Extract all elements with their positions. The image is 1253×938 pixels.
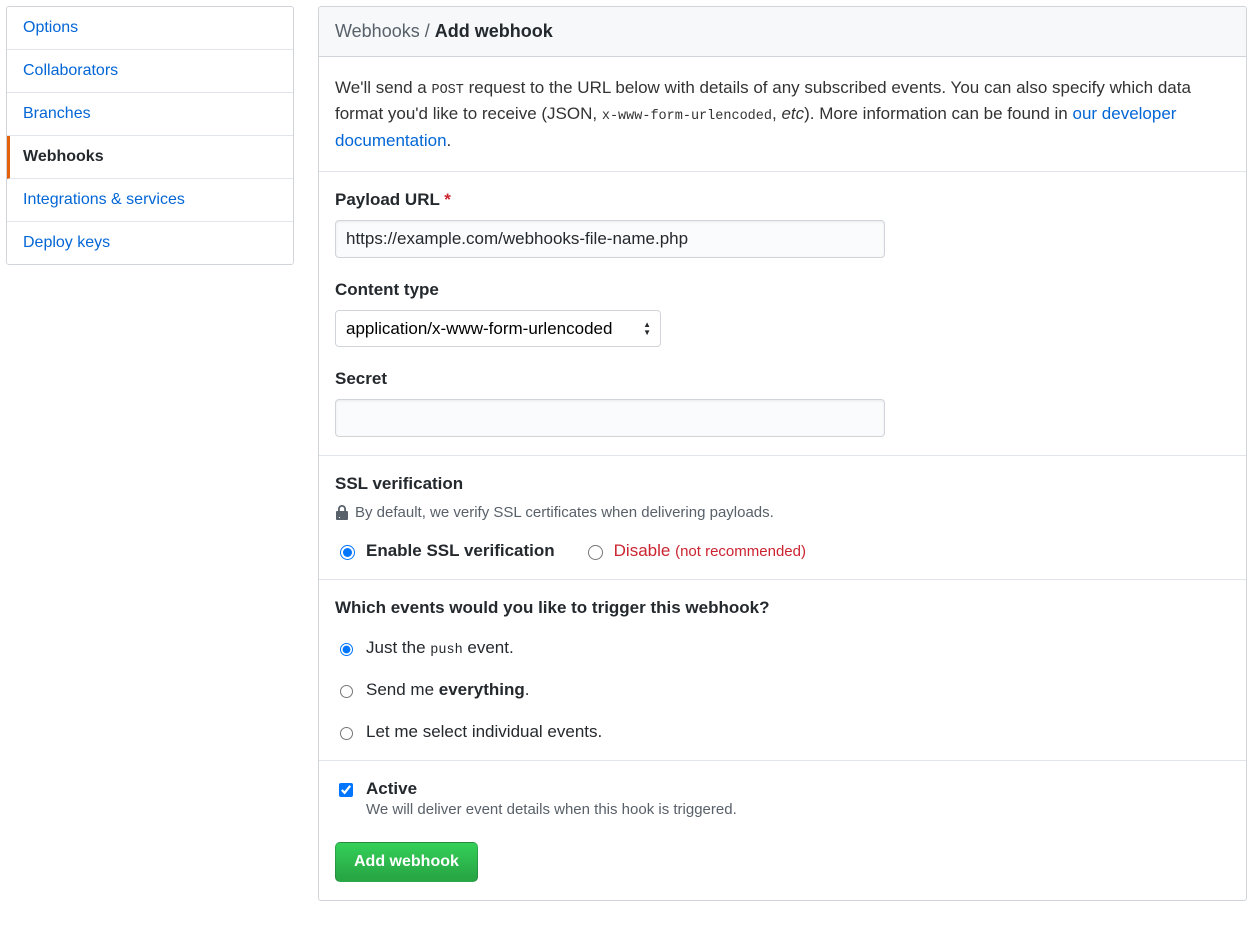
ssl-enable-radio[interactable]: [340, 545, 355, 560]
secret-input[interactable]: [335, 399, 885, 437]
event-everything-radio[interactable]: [340, 685, 353, 698]
active-description: We will deliver event details when this …: [366, 801, 737, 818]
event-option-everything[interactable]: Send me everything.: [335, 680, 1230, 700]
ssl-section: SSL verification By default, we verify S…: [319, 455, 1246, 579]
breadcrumb-separator: /: [425, 21, 430, 41]
lock-icon: [335, 505, 349, 521]
intro-section: We'll send a POST request to the URL bel…: [319, 57, 1246, 172]
ssl-enable-option[interactable]: Enable SSL verification: [335, 541, 555, 561]
main-panel: Webhooks / Add webhook We'll send a POST…: [318, 6, 1247, 901]
event-option-push[interactable]: Just the push event.: [335, 638, 1230, 658]
add-webhook-button[interactable]: Add webhook: [335, 842, 478, 882]
payload-url-input[interactable]: [335, 220, 885, 258]
events-section: Which events would you like to trigger t…: [319, 579, 1246, 760]
active-section: Active We will deliver event details whe…: [319, 760, 1246, 900]
post-code: POST: [431, 83, 463, 98]
active-label: Active: [366, 779, 737, 799]
settings-menu: Options Collaborators Branches Webhooks …: [6, 6, 294, 265]
content-type-group: Content type application/x-www-form-urle…: [335, 280, 1230, 347]
content-type-label: Content type: [335, 280, 1230, 300]
sidebar-item-branches[interactable]: Branches: [7, 93, 293, 136]
ssl-heading: SSL verification: [335, 474, 1230, 494]
event-individual-radio[interactable]: [340, 727, 353, 740]
payload-url-group: Payload URL *: [335, 190, 1230, 258]
sidebar-item-integrations[interactable]: Integrations & services: [7, 179, 293, 222]
form-section: Payload URL * Content type application/x…: [319, 172, 1246, 455]
secret-group: Secret: [335, 369, 1230, 437]
sidebar-item-webhooks[interactable]: Webhooks: [7, 136, 293, 179]
payload-url-label: Payload URL *: [335, 190, 1230, 210]
breadcrumb: Webhooks / Add webhook: [319, 7, 1246, 57]
ssl-note: By default, we verify SSL certificates w…: [335, 504, 1230, 521]
sidebar-item-options[interactable]: Options: [7, 7, 293, 50]
sidebar-item-collaborators[interactable]: Collaborators: [7, 50, 293, 93]
breadcrumb-parent[interactable]: Webhooks: [335, 21, 420, 41]
active-checkbox[interactable]: [339, 783, 353, 797]
events-heading: Which events would you like to trigger t…: [335, 598, 1230, 618]
required-mark: *: [444, 190, 451, 209]
settings-sidebar: Options Collaborators Branches Webhooks …: [6, 6, 294, 901]
ssl-disable-option[interactable]: Disable (not recommended): [583, 541, 806, 561]
ssl-disable-radio[interactable]: [588, 545, 603, 560]
event-push-radio[interactable]: [340, 643, 353, 656]
content-type-select[interactable]: application/x-www-form-urlencoded: [335, 310, 661, 347]
event-option-individual[interactable]: Let me select individual events.: [335, 722, 1230, 742]
secret-label: Secret: [335, 369, 1230, 389]
sidebar-item-deploy-keys[interactable]: Deploy keys: [7, 222, 293, 264]
breadcrumb-current: Add webhook: [435, 21, 553, 41]
intro-text: We'll send a POST request to the URL bel…: [335, 75, 1230, 153]
encoding-code: x-www-form-urlencoded: [602, 109, 772, 124]
